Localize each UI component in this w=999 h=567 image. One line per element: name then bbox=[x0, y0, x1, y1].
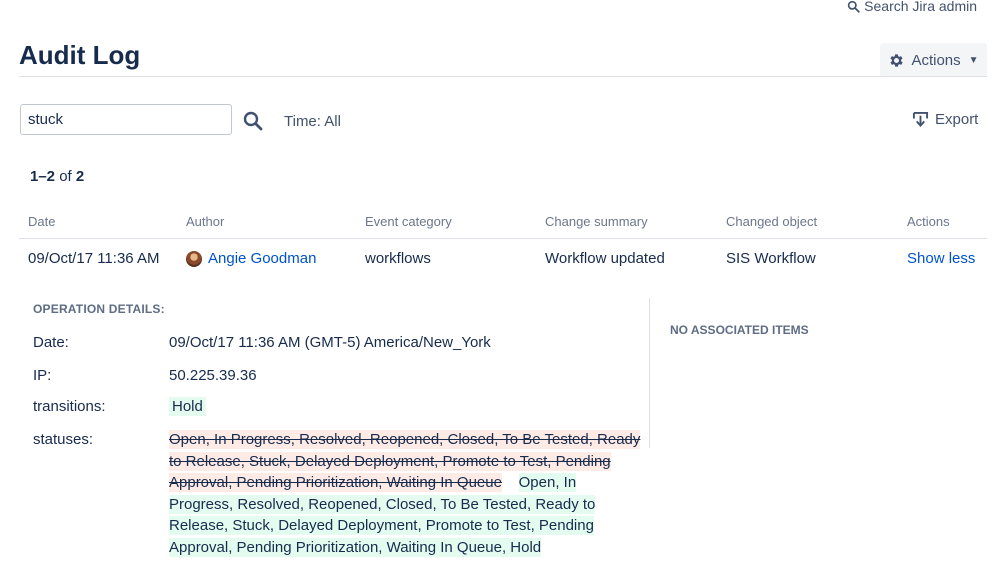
detail-transitions-label: transitions: bbox=[33, 398, 106, 415]
avatar bbox=[186, 250, 202, 267]
detail-date-label: Date: bbox=[33, 334, 69, 351]
gear-icon bbox=[890, 53, 904, 67]
no-associated-items-label: NO ASSOCIATED ITEMS bbox=[670, 323, 809, 337]
table-header-divider bbox=[19, 238, 987, 239]
search-icon[interactable] bbox=[242, 110, 264, 132]
time-filter-dropdown[interactable]: Time: All bbox=[284, 113, 341, 130]
row-changed-object: SIS Workflow bbox=[726, 250, 816, 267]
column-header-changed-object: Changed object bbox=[726, 214, 818, 229]
details-vertical-divider bbox=[649, 298, 650, 448]
detail-date-value: 09/Oct/17 11:36 AM (GMT-5) America/New_Y… bbox=[169, 334, 491, 351]
column-header-event-category: Event category bbox=[365, 214, 452, 229]
actions-dropdown-button[interactable]: Actions ▼ bbox=[880, 43, 987, 77]
column-header-author: Author bbox=[186, 214, 225, 229]
column-header-change-summary: Change summary bbox=[545, 214, 648, 229]
actions-label: Actions bbox=[911, 51, 961, 69]
result-count: 1–2 of 2 bbox=[30, 168, 84, 185]
row-date: 09/Oct/17 11:36 AM bbox=[28, 250, 160, 267]
audit-search-input[interactable] bbox=[20, 104, 232, 135]
detail-ip-value: 50.225.39.36 bbox=[169, 367, 257, 384]
row-author: Angie Goodman bbox=[186, 250, 316, 267]
detail-transitions-value: Hold bbox=[169, 397, 206, 416]
detail-statuses-label: statuses: bbox=[33, 431, 94, 448]
author-link[interactable]: Angie Goodman bbox=[208, 250, 316, 267]
chevron-down-icon: ▼ bbox=[968, 54, 979, 66]
audit-log-page: Search Jira admin Audit Log Actions ▼ Ti… bbox=[0, 0, 999, 567]
row-change-summary: Workflow updated bbox=[545, 250, 665, 267]
result-of: of bbox=[59, 168, 72, 185]
column-header-date: Date bbox=[28, 214, 56, 229]
header-divider bbox=[19, 76, 987, 77]
detail-statuses-diff: Open, In Progress, Resolved, Reopened, C… bbox=[169, 429, 644, 558]
result-range: 1–2 bbox=[30, 168, 56, 185]
detail-ip-label: IP: bbox=[33, 367, 52, 384]
row-event-category: workflows bbox=[365, 250, 431, 267]
search-jira-admin-label: Search Jira admin bbox=[864, 0, 977, 14]
export-icon bbox=[912, 111, 929, 128]
show-less-link[interactable]: Show less bbox=[907, 250, 975, 267]
column-header-actions: Actions bbox=[907, 214, 950, 229]
search-icon bbox=[847, 0, 860, 13]
page-title: Audit Log bbox=[19, 40, 141, 70]
result-total: 2 bbox=[75, 168, 85, 185]
search-jira-admin-link[interactable]: Search Jira admin bbox=[847, 0, 977, 14]
export-button[interactable]: Export bbox=[912, 111, 978, 128]
export-label: Export bbox=[935, 111, 979, 128]
operation-details-heading: OPERATION DETAILS: bbox=[33, 302, 165, 316]
